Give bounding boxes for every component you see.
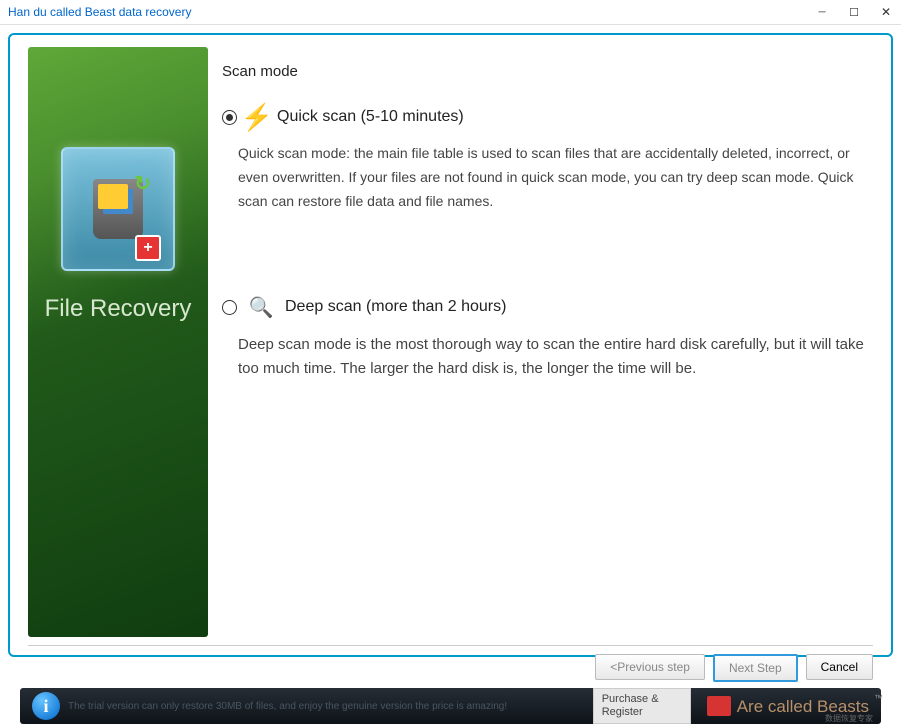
main-frame: + File Recovery Scan mode Quick scan (5-…	[8, 33, 893, 657]
close-button[interactable]	[879, 5, 893, 19]
next-button[interactable]: Next Step	[713, 654, 798, 682]
brand-subtitle: 数据恢复专家	[825, 715, 873, 723]
cancel-button[interactable]: Cancel	[806, 654, 873, 680]
window-controls	[815, 5, 893, 19]
section-heading: Scan mode	[222, 63, 873, 80]
side-panel: + File Recovery	[28, 47, 208, 637]
trademark-symbol: ™	[874, 694, 883, 703]
deep-scan-option[interactable]: Deep scan (more than 2 hours)	[222, 293, 873, 321]
deep-scan-radio[interactable]	[222, 300, 237, 315]
button-row: <Previous step Next Step Cancel	[10, 646, 891, 682]
titlebar: Han du called Beast data recovery	[0, 0, 901, 25]
brand-text: Are called Beasts ™ 数据恢复专家	[737, 698, 869, 715]
footer-bar: i The trial version can only restore 30M…	[20, 688, 881, 724]
scan-mode-panel: Scan mode Quick scan (5-10 minutes) Quic…	[222, 47, 873, 637]
deep-scan-description: Deep scan mode is the most thorough way …	[238, 333, 873, 380]
quick-scan-option[interactable]: Quick scan (5-10 minutes)	[222, 102, 873, 132]
quick-scan-label: Quick scan (5-10 minutes)	[277, 108, 464, 126]
brand-logo-icon	[707, 696, 731, 716]
lightning-icon	[247, 102, 267, 132]
previous-button[interactable]: <Previous step	[595, 654, 705, 680]
quick-scan-description: Quick scan mode: the main file table is …	[238, 142, 873, 213]
brand-name: Are called Beasts	[737, 697, 869, 716]
window-title: Han du called Beast data recovery	[8, 5, 191, 19]
magnify-icon	[247, 293, 275, 321]
purchase-register-button[interactable]: Purchase & Register	[593, 688, 691, 724]
content-area: + File Recovery Scan mode Quick scan (5-…	[10, 35, 891, 637]
app-icon: +	[61, 147, 175, 271]
minimize-button[interactable]	[815, 5, 829, 19]
deep-scan-label: Deep scan (more than 2 hours)	[285, 298, 506, 316]
footer-info-text: The trial version can only restore 30MB …	[68, 701, 593, 712]
quick-scan-radio[interactable]	[222, 110, 237, 125]
brand-area: Are called Beasts ™ 数据恢复专家	[707, 696, 869, 716]
info-icon: i	[32, 692, 60, 720]
maximize-button[interactable]	[847, 5, 861, 19]
recycle-bin-icon	[93, 179, 143, 239]
sidebar-title: File Recovery	[45, 295, 192, 323]
medical-cross-icon: +	[135, 235, 161, 261]
